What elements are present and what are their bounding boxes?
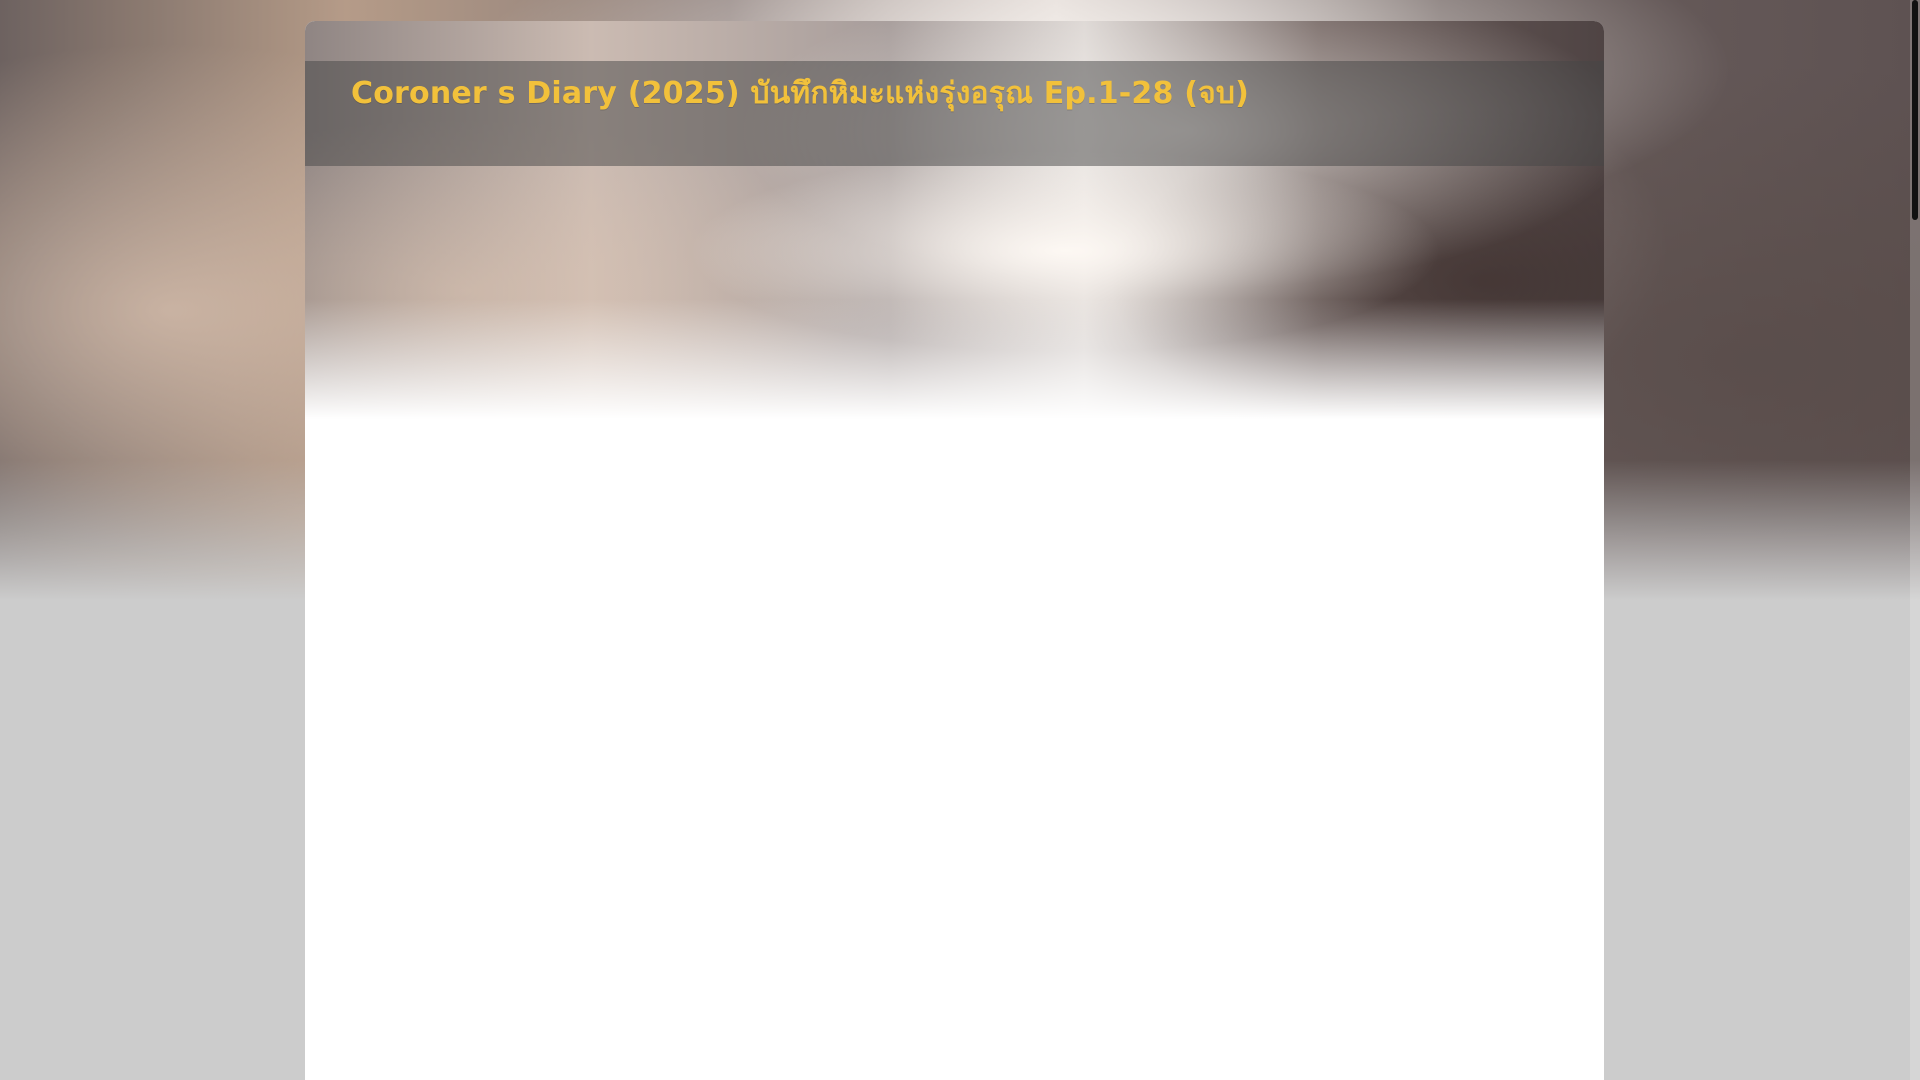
scrollbar-thumb[interactable] bbox=[1912, 0, 1918, 220]
hero-banner: Coroner s Diary (2025) บันทึกหิมะแห่งรุ่… bbox=[305, 21, 1604, 419]
vertical-scrollbar[interactable] bbox=[1910, 0, 1920, 1080]
main-content-panel: Coroner s Diary (2025) บันทึกหิมะแห่งรุ่… bbox=[305, 21, 1604, 1080]
page-title: Coroner s Diary (2025) บันทึกหิมะแห่งรุ่… bbox=[351, 76, 1250, 111]
